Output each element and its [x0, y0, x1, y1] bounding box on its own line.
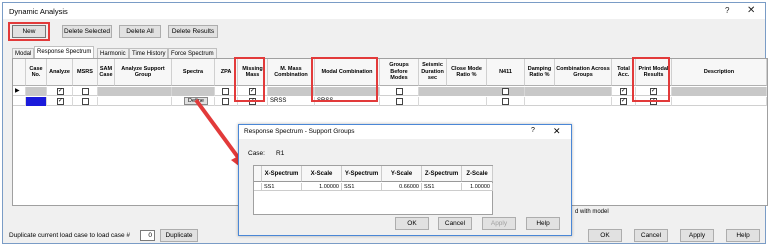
support-group-table: X-Spectrum X-Scale Y-Spectrum Y-Scale Z-… — [253, 165, 493, 215]
x-spectrum-cell[interactable]: SS1 — [262, 183, 302, 191]
dialog-help-button[interactable]: Help — [526, 217, 560, 230]
header-z-spectrum: Z-Spectrum — [422, 166, 462, 182]
dialog-apply-button[interactable]: Apply — [482, 217, 516, 230]
x-scale-cell[interactable]: 1.00000 — [302, 183, 342, 191]
header-z-scale: Z-Scale — [462, 166, 493, 182]
dialog-close-icon[interactable]: ✕ — [553, 126, 561, 137]
case-label: Case: — [248, 150, 265, 157]
case-value: R1 — [276, 150, 285, 157]
z-scale-cell[interactable]: 1.00000 — [462, 183, 493, 191]
z-spectrum-cell[interactable]: SS1 — [422, 183, 462, 191]
dialog-ok-button[interactable]: OK — [395, 217, 429, 230]
dialog-help-icon[interactable]: ? — [531, 127, 535, 134]
header-x-scale: X-Scale — [302, 166, 342, 182]
y-scale-cell[interactable]: 0.66000 — [382, 183, 422, 191]
header-x-spectrum: X-Spectrum — [262, 166, 302, 182]
dialog-title-bar: Response Spectrum - Support Groups ? ✕ — [239, 125, 571, 139]
y-spectrum-cell[interactable]: SS1 — [342, 183, 382, 191]
sg-row-selector-header — [254, 166, 262, 182]
sg-row-selector — [254, 183, 262, 191]
header-y-spectrum: Y-Spectrum — [342, 166, 382, 182]
header-y-scale: Y-Scale — [382, 166, 422, 182]
support-groups-dialog: Response Spectrum - Support Groups ? ✕ C… — [238, 124, 572, 236]
dialog-title: Response Spectrum - Support Groups — [244, 128, 355, 135]
dialog-cancel-button[interactable]: Cancel — [438, 217, 472, 230]
